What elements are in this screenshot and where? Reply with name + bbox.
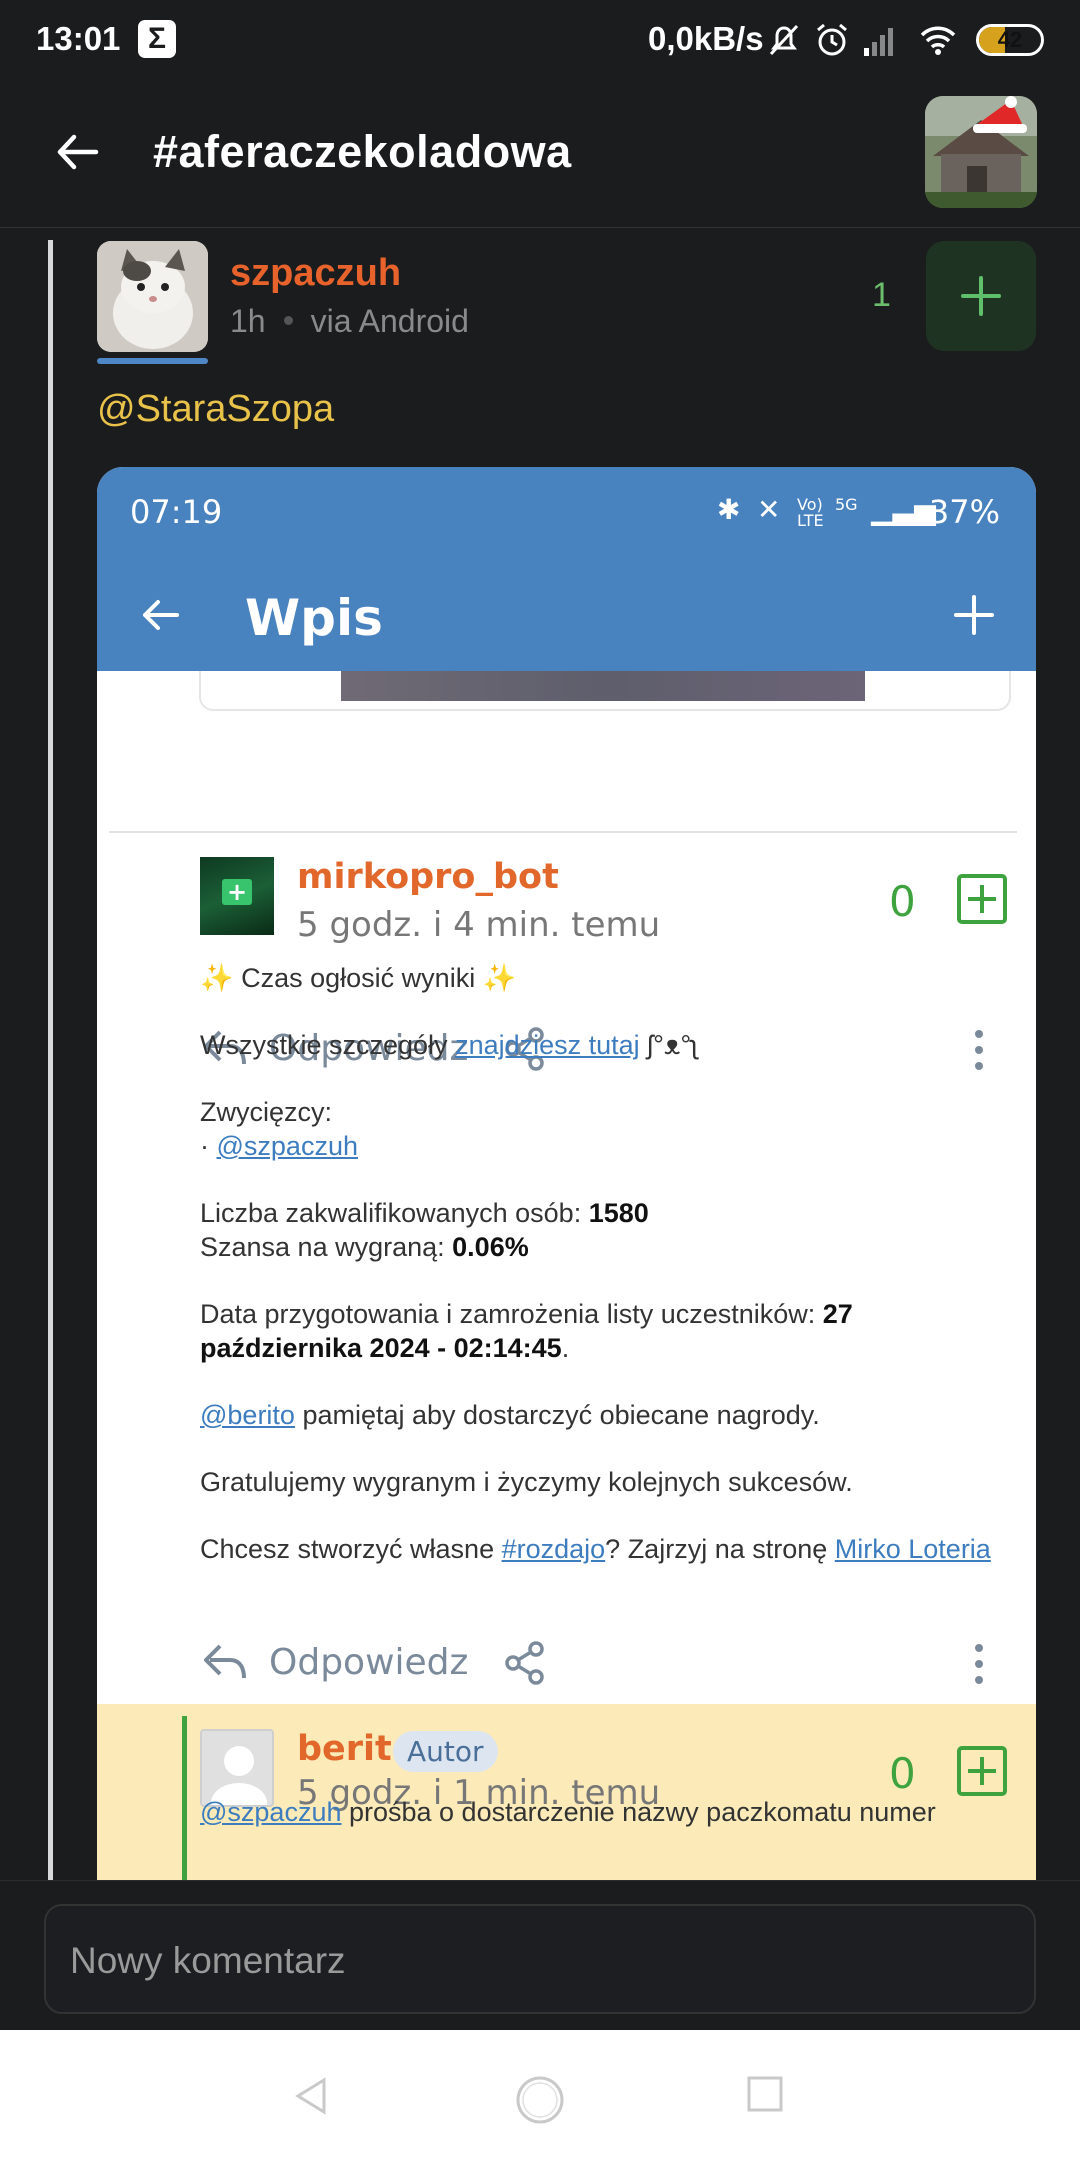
- body-line-announce: ✨ Czas ogłosić wyniki ✨: [200, 963, 517, 993]
- attached-screenshot[interactable]: 07:19 ✱ ✕ Vo) LTE 5G ▁▃▅ 37% Wpis Odpowie…: [97, 467, 1036, 1880]
- embedded-status-bar: 07:19 ✱ ✕ Vo) LTE 5G ▁▃▅ 37%: [97, 467, 1036, 559]
- page-title: #aferaczekoladowa: [153, 126, 572, 177]
- avatar-underline: [97, 358, 208, 364]
- details-link: znajdziesz tutaj: [455, 1030, 640, 1060]
- reply-upvote-icon: [957, 1746, 1007, 1796]
- back-arrow-icon[interactable]: [52, 126, 104, 178]
- upvote-button[interactable]: [926, 241, 1036, 351]
- body-congrats: Gratulujemy wygranym i życzymy kolejnych…: [200, 1467, 853, 1497]
- comment-meta: 1h via Android: [230, 303, 469, 340]
- more-icon: [975, 1644, 983, 1684]
- comment-author-name[interactable]: szpaczuh: [230, 252, 401, 295]
- body-date: Data przygotowania i zamrożenia listy uc…: [200, 1299, 853, 1363]
- winner-link: @szpaczuh: [216, 1131, 358, 1161]
- embedded-app-bar: Wpis: [97, 559, 1036, 671]
- reply-label: Odpowiedz: [269, 1642, 469, 1683]
- plus-icon: [961, 276, 1001, 316]
- bot-post-body: ✨ Czas ogłosić wyniki ✨ Wszystkie szczeg…: [200, 961, 1000, 1599]
- reply-vote-count: 0: [889, 1749, 916, 1798]
- user-avatar[interactable]: [925, 96, 1037, 208]
- comment-time: 1h: [230, 303, 266, 339]
- alarm-icon: [817, 23, 847, 56]
- network-speed: 0,0kB/s: [648, 20, 764, 57]
- comment-author-avatar[interactable]: [97, 241, 208, 352]
- signal-icon: [864, 28, 893, 56]
- volte-icon: Vo) LTE: [797, 495, 824, 530]
- status-time: 13:01: [36, 20, 121, 57]
- comment-composer: Nowy komentarz: [0, 1880, 1080, 2030]
- muted-bell-icon: [769, 24, 799, 56]
- system-nav-bar: [0, 2030, 1080, 2160]
- embedded-action-row-2: Odpowiedz: [97, 1630, 1036, 1700]
- 5g-icon: 5G: [835, 495, 858, 514]
- body-stats: Liczba zakwalifikowanych osób: 1580 Szans…: [200, 1198, 649, 1262]
- embedded-title: Wpis: [245, 589, 383, 647]
- bot-vote-count: 0: [889, 877, 916, 926]
- mute-icon: ✕: [757, 493, 781, 526]
- nav-recents-icon[interactable]: [745, 2074, 785, 2114]
- body-winners: Zwycięzcy: · @szpaczuh: [200, 1097, 358, 1161]
- rozdajo-tag-link: #rozdajo: [501, 1534, 606, 1564]
- bot-upvote-icon: [957, 874, 1007, 924]
- embedded-back-icon: [143, 600, 179, 630]
- mirko-loteria-link: Mirko Loteria: [834, 1534, 991, 1564]
- sigma-app-icon: Σ: [138, 20, 176, 58]
- reply-text: @szpaczuh prośba o dostarczenie nazwy pa…: [200, 1797, 936, 1827]
- body-berito: @berito pamiętaj aby dostarczyć obiecane…: [200, 1400, 820, 1430]
- author-badge: Autor: [393, 1731, 498, 1772]
- embedded-divider: [109, 831, 1017, 833]
- nav-back-icon[interactable]: [290, 2074, 334, 2118]
- battery-level: 42: [997, 27, 1023, 52]
- reply-thread-bar: [182, 1716, 187, 1880]
- separator-dot: [283, 316, 293, 326]
- embedded-status-time: 07:19: [130, 493, 223, 531]
- wifi-icon: [920, 26, 956, 55]
- berito-link: @berito: [200, 1400, 295, 1430]
- embedded-image-card: [199, 671, 1011, 711]
- embedded-signal-icon: ▁▃▅: [871, 493, 936, 526]
- battery-icon: 42: [976, 24, 1044, 56]
- share-icon: [505, 1641, 544, 1685]
- bot-author-name: mirkopro_bot: [297, 857, 559, 897]
- default-avatar-icon: [200, 1729, 274, 1807]
- comment-mention[interactable]: @StaraSzopa: [97, 388, 334, 431]
- thread-indent-line: [48, 240, 53, 1880]
- comment-vote-count: 1: [872, 276, 891, 314]
- app-bar: #aferaczekoladowa: [0, 80, 1080, 228]
- body-line-details: Wszystkie szczegóły znajdziesz tutaj ʃ°ᴥ…: [200, 1030, 698, 1060]
- bot-avatar: +: [200, 857, 274, 935]
- embedded-plus-icon: [954, 595, 994, 635]
- reply-icon: [204, 1644, 246, 1679]
- body-create: Chcesz stworzyć własne #rozdajo? Zajrzyj…: [200, 1534, 991, 1564]
- nav-home-icon[interactable]: [514, 2074, 566, 2126]
- new-comment-input[interactable]: Nowy komentarz: [44, 1904, 1036, 2014]
- bluetooth-icon: ✱: [717, 493, 741, 526]
- embedded-battery: 37%: [928, 493, 1000, 531]
- status-bar: 13:01 Σ 0,0kB/s 42: [0, 0, 1080, 80]
- comment-via: via Android: [310, 303, 469, 339]
- bot-post-time: 5 godz. i 4 min. temu: [297, 905, 661, 945]
- reply-mention: @szpaczuh: [200, 1797, 342, 1827]
